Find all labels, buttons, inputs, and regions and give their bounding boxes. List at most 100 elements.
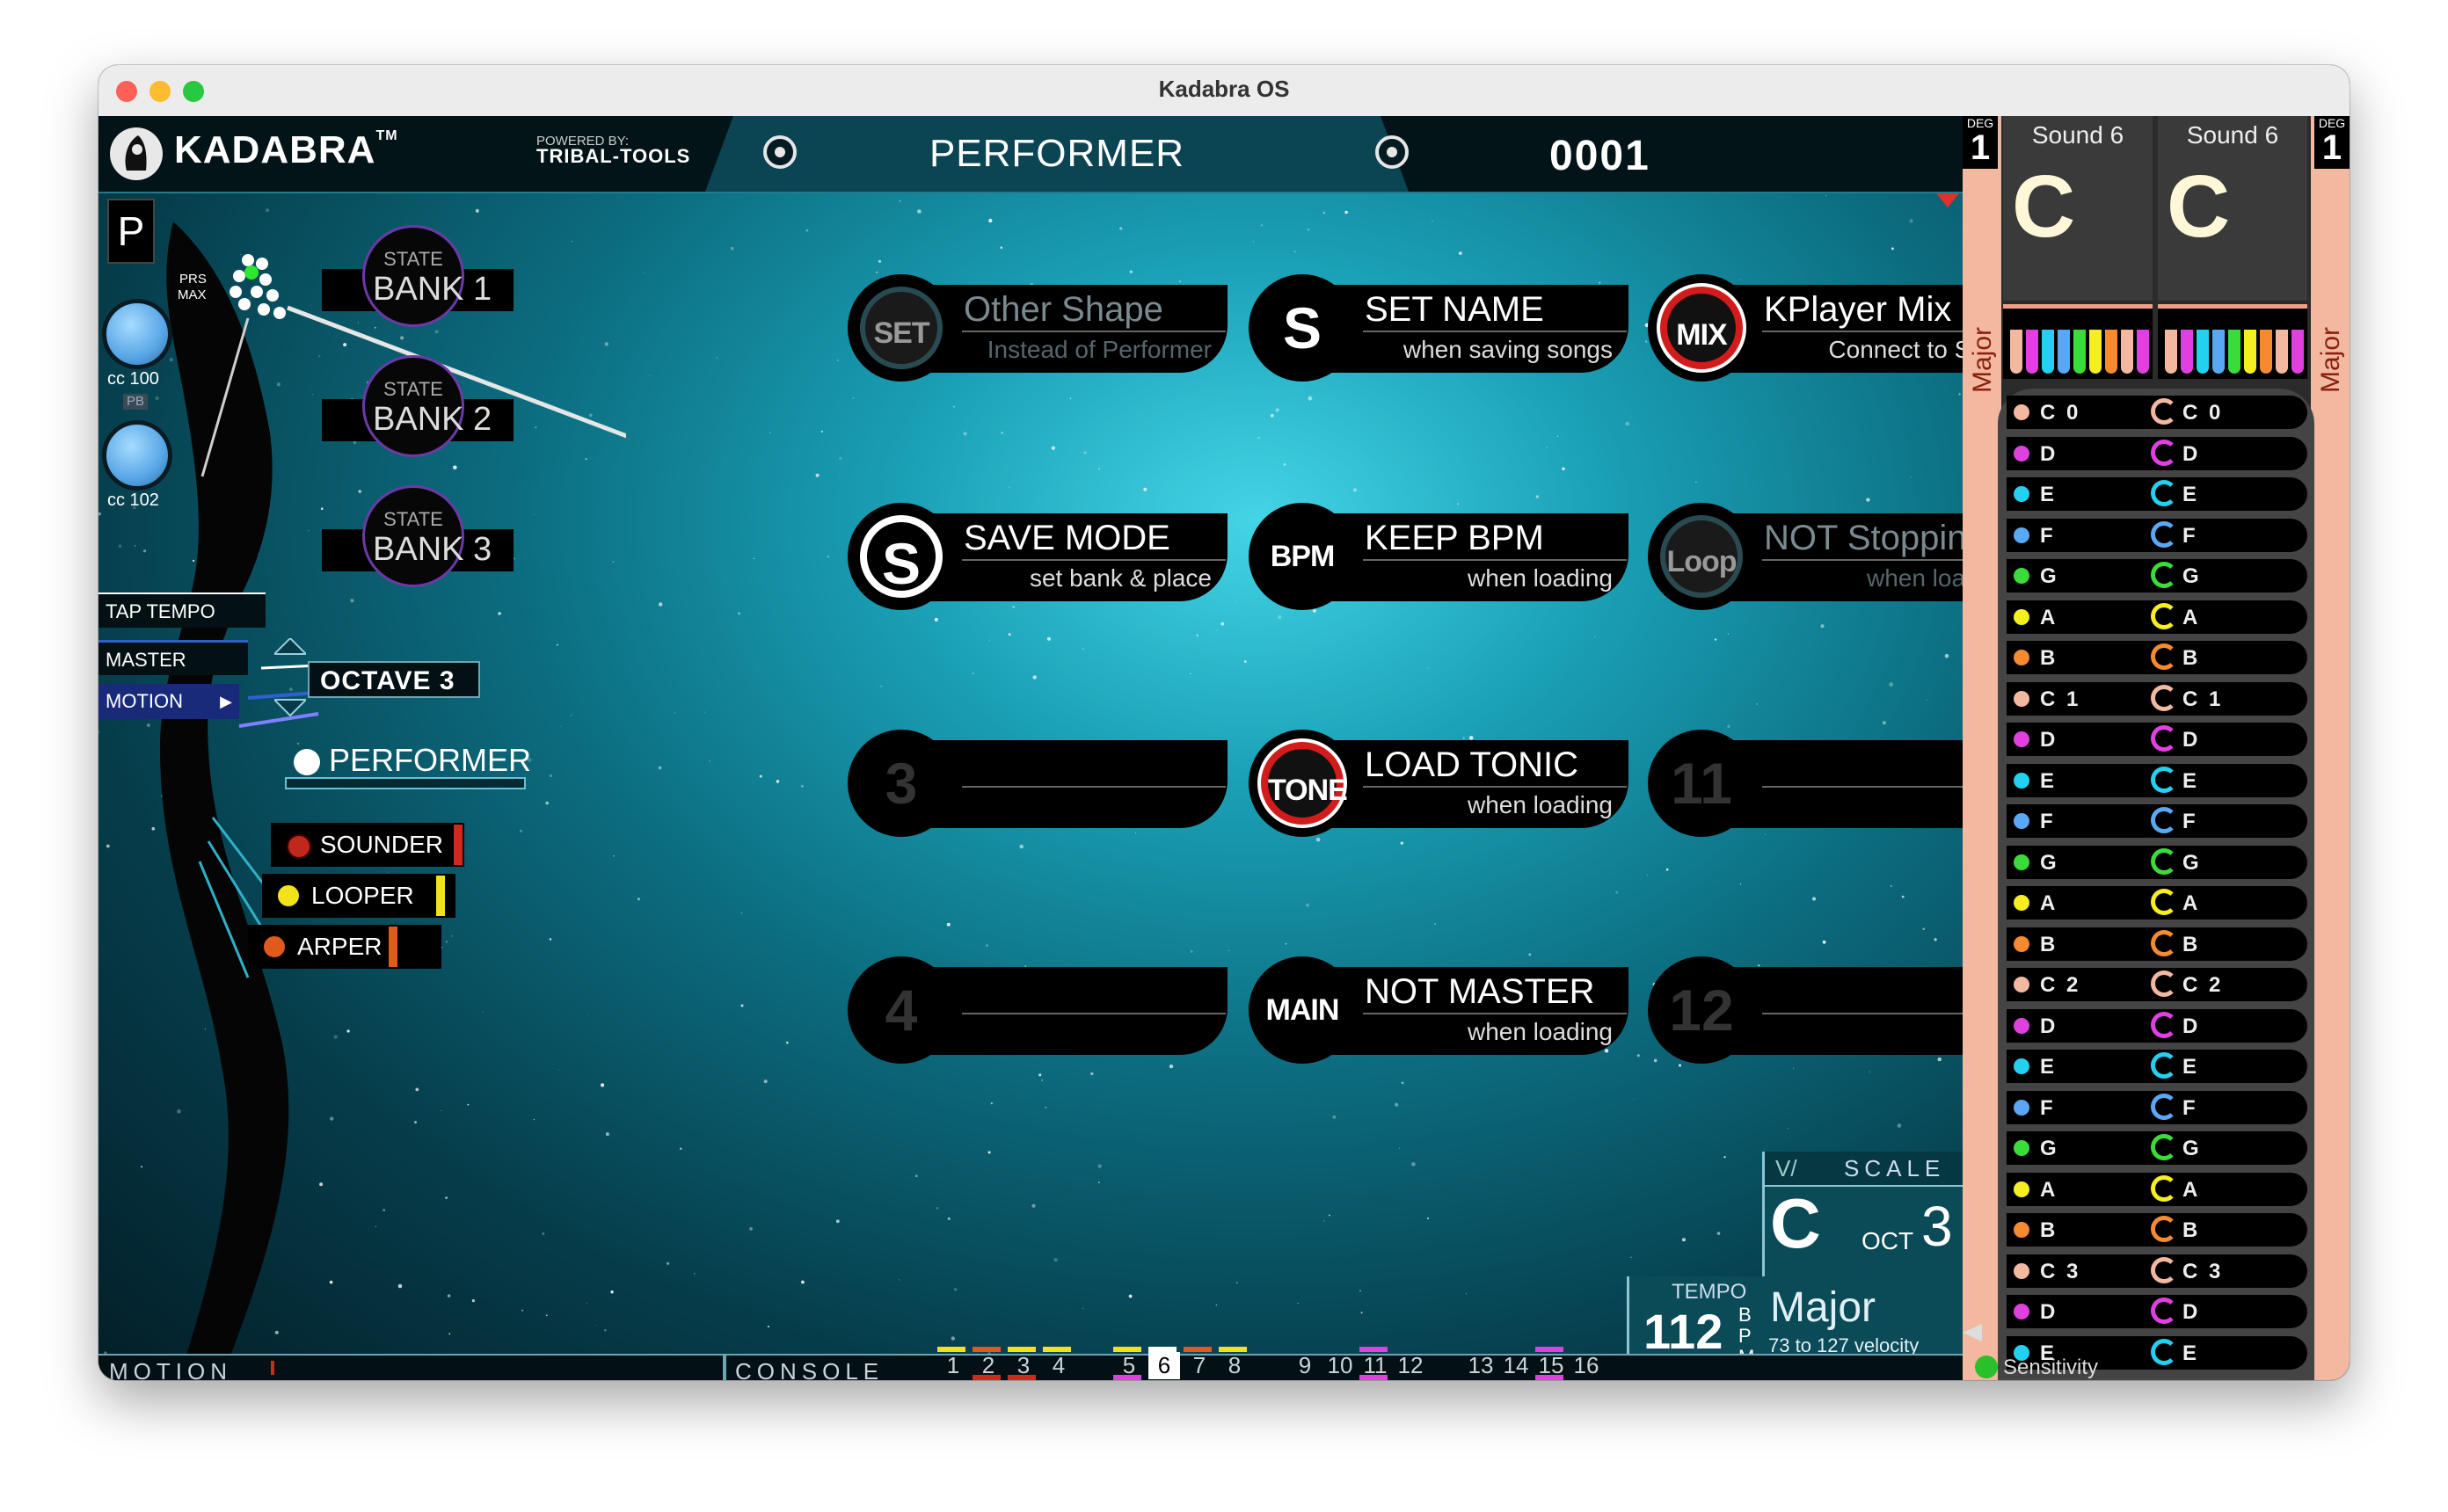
channel-10[interactable]: 10 [1324, 1352, 1356, 1379]
note-row-left[interactable]: G [2007, 845, 2165, 879]
note-row-right[interactable]: D [2149, 1008, 2307, 1043]
note-row-right[interactable]: B [2149, 1213, 2307, 1247]
note-row-left[interactable]: D [2007, 1008, 2165, 1043]
key[interactable] [2291, 330, 2304, 374]
note-row-left[interactable]: G [2007, 1131, 2165, 1165]
key[interactable] [2073, 330, 2086, 374]
key[interactable] [2197, 330, 2209, 374]
note-row-left[interactable]: B [2007, 927, 2165, 961]
channel-4[interactable]: 4 [1043, 1352, 1075, 1379]
note-row-left[interactable]: A [2007, 600, 2165, 634]
note-row-right[interactable]: D [2149, 1295, 2307, 1328]
arper-button[interactable]: ARPER [248, 925, 441, 969]
note-row-left[interactable]: F [2007, 518, 2165, 552]
master-button[interactable]: MASTER [98, 640, 248, 675]
note-row-right[interactable]: F [2149, 804, 2307, 838]
note-row-right[interactable]: A [2149, 1172, 2307, 1206]
note-row-right[interactable]: G [2149, 1131, 2307, 1165]
note-row-right[interactable]: E [2149, 763, 2307, 797]
performer-mode-indicator[interactable]: P [107, 199, 155, 264]
scale-panel[interactable]: V/ SCALE C OCT 3 Major 73 to 127 velocit… [1762, 1152, 1965, 1356]
note-row-right[interactable]: E [2149, 477, 2307, 511]
note-row-left[interactable]: A [2007, 886, 2165, 920]
note-row-left[interactable]: E [2007, 763, 2165, 797]
note-row-left[interactable]: C 3 [2007, 1254, 2165, 1288]
note-row-right[interactable]: C 3 [2149, 1254, 2307, 1288]
channel-14[interactable]: 14 [1500, 1352, 1532, 1379]
key[interactable] [2010, 330, 2022, 374]
performer-label[interactable]: PERFORMER [329, 742, 531, 779]
note-row-right[interactable]: C 0 [2149, 396, 2307, 429]
left-arrow-icon[interactable] [1963, 1324, 1982, 1341]
key[interactable] [2058, 330, 2070, 374]
key[interactable] [2181, 330, 2193, 374]
key[interactable] [2137, 330, 2149, 374]
key[interactable] [2042, 330, 2054, 374]
grid-button-11[interactable]: MAIN NOT MASTER when loading [1249, 956, 1628, 1064]
grid-button-2[interactable]: S SET NAME when saving songs [1249, 274, 1628, 382]
looper-button[interactable]: LOOPER [262, 874, 455, 918]
mini-keyboard-right[interactable] [2158, 304, 2307, 379]
note-row-right[interactable]: E [2149, 1335, 2307, 1370]
cc102-knob[interactable] [102, 420, 172, 491]
note-row-right[interactable]: D [2149, 723, 2307, 756]
channel-13[interactable]: 13 [1465, 1352, 1497, 1379]
sounder-button[interactable]: SOUNDER [271, 823, 464, 867]
key[interactable] [2165, 330, 2177, 374]
octave-display[interactable]: OCTAVE 3 [308, 661, 480, 698]
note-row-left[interactable]: D [2007, 723, 2165, 756]
sensitivity-label[interactable]: Sensitivity [2003, 1356, 2098, 1380]
sensitivity-dot-icon[interactable] [1975, 1356, 1998, 1378]
key[interactable] [2212, 330, 2225, 374]
channel-1[interactable]: 1 [937, 1352, 969, 1379]
note-row-left[interactable]: F [2007, 804, 2165, 838]
note-row-left[interactable]: B [2007, 641, 2165, 674]
note-row-left[interactable]: D [2007, 1295, 2165, 1328]
channel-6[interactable]: 6 [1148, 1352, 1180, 1379]
note-row-right[interactable]: B [2149, 927, 2307, 961]
note-row-left[interactable]: C 0 [2007, 396, 2165, 429]
key[interactable] [2121, 330, 2133, 374]
grid-button-5[interactable]: BPM KEEP BPM when loading [1249, 503, 1628, 610]
grid-button-8[interactable]: TONE LOAD TONIC when loading [1249, 730, 1628, 837]
key[interactable] [2105, 330, 2117, 374]
note-row-left[interactable]: C 1 [2007, 681, 2165, 716]
note-row-left[interactable]: E [2007, 477, 2165, 511]
mini-keyboard-left[interactable] [2003, 304, 2153, 379]
key[interactable] [2244, 330, 2256, 374]
note-row-left[interactable]: B [2007, 1213, 2165, 1247]
note-row-right[interactable]: D [2149, 436, 2307, 470]
note-row-right[interactable]: G [2149, 559, 2307, 592]
key[interactable] [2260, 330, 2272, 374]
sound-slot-right[interactable]: Sound 6 C [2158, 116, 2307, 301]
note-row-right[interactable]: C 1 [2149, 681, 2307, 716]
sound-slot-left[interactable]: Sound 6 C [2003, 116, 2153, 301]
channel-8[interactable]: 8 [1219, 1352, 1250, 1379]
channel-7[interactable]: 7 [1184, 1352, 1215, 1379]
note-row-right[interactable]: G [2149, 845, 2307, 879]
note-row-right[interactable]: F [2149, 518, 2307, 552]
octave-arrows-icon[interactable] [274, 638, 306, 717]
note-row-right[interactable]: A [2149, 886, 2307, 920]
note-row-left[interactable]: F [2007, 1090, 2165, 1124]
key[interactable] [2026, 330, 2038, 374]
motion-button[interactable]: MOTION ▶ [98, 684, 239, 719]
note-row-right[interactable]: E [2149, 1050, 2307, 1083]
header-left-dot-icon[interactable] [763, 135, 797, 169]
grid-button-4[interactable]: S SAVE MODE set bank & place [848, 503, 1228, 610]
tap-tempo-button[interactable]: TAP TEMPO [98, 592, 266, 628]
note-row-left[interactable]: G [2007, 559, 2165, 592]
note-row-left[interactable]: C 2 [2007, 968, 2165, 1001]
note-row-left[interactable]: E [2007, 1050, 2165, 1083]
header-right-dot-icon[interactable] [1375, 135, 1409, 169]
grid-button-7[interactable]: 3 [848, 730, 1228, 837]
note-row-left[interactable]: D [2007, 436, 2165, 470]
note-row-right[interactable]: F [2149, 1090, 2307, 1124]
key[interactable] [2228, 330, 2240, 374]
key[interactable] [2089, 330, 2102, 374]
channel-16[interactable]: 16 [1570, 1352, 1602, 1379]
note-row-right[interactable]: B [2149, 641, 2307, 674]
channel-9[interactable]: 9 [1289, 1352, 1321, 1379]
grid-button-10[interactable]: 4 [848, 956, 1228, 1064]
note-row-left[interactable]: A [2007, 1172, 2165, 1206]
